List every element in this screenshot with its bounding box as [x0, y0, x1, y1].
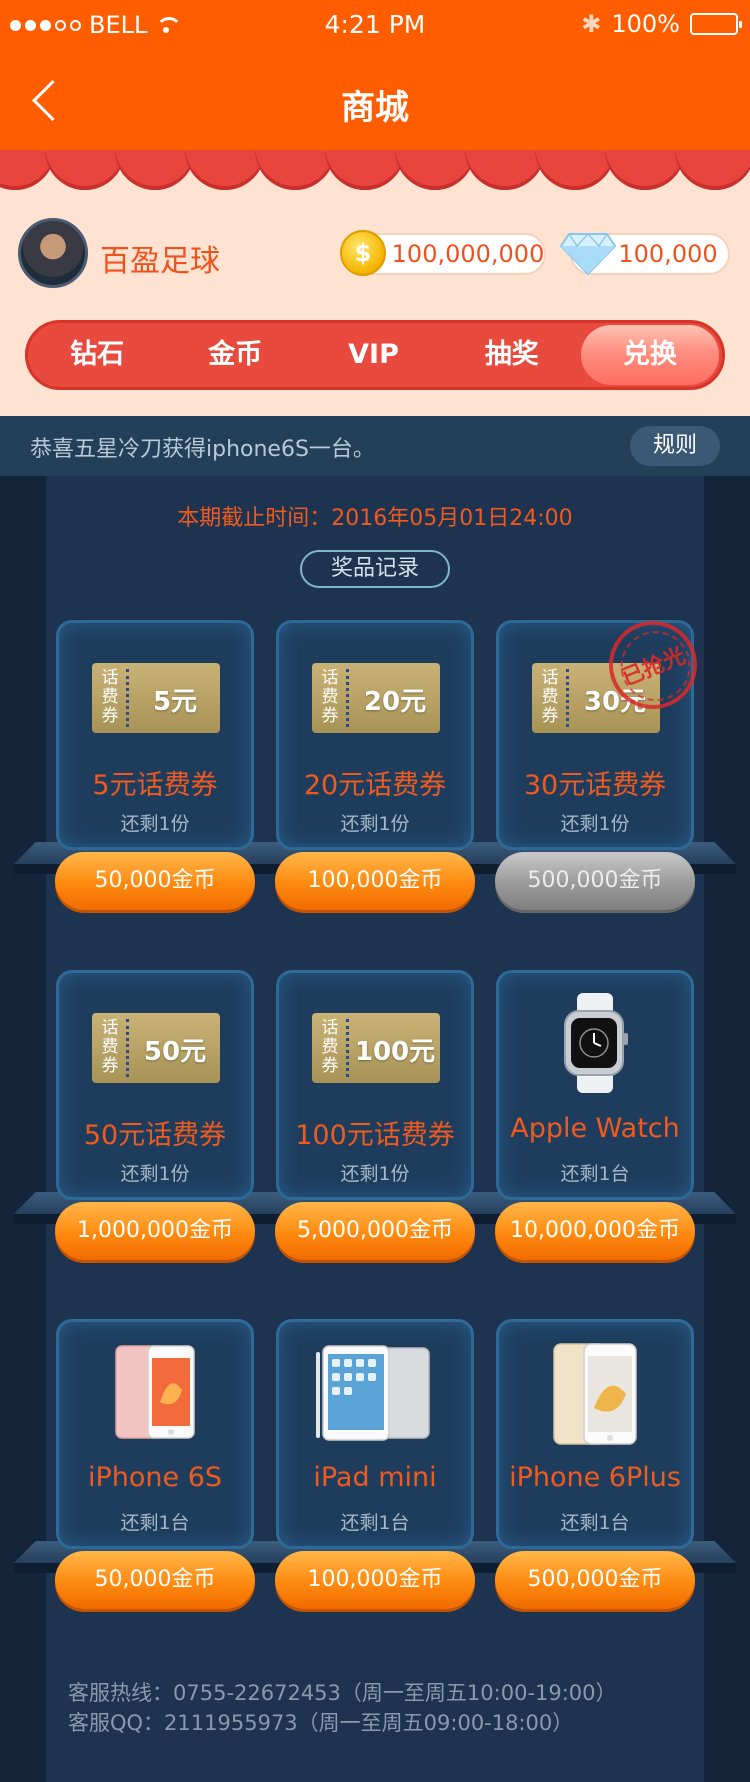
page-title: 商城: [341, 88, 409, 128]
awning-decoration: [0, 150, 750, 192]
tab-lottery[interactable]: 抽奖: [443, 325, 581, 385]
ticket-amount: 5元: [152, 687, 198, 717]
gem-balance-value: 100,000: [618, 240, 718, 268]
product-name: 100元话费券: [295, 1120, 455, 1151]
redeem-button[interactable]: 10,000,000金币: [495, 1202, 695, 1260]
product-card[interactable]: iPhone 6Plus 还剩1台: [496, 1319, 694, 1549]
product-name: 30元话费券: [523, 770, 667, 801]
product-card[interactable]: 话费券 30元 已抢光 30元话费券 还剩1份: [496, 607, 711, 850]
ticket-icon: 话费券 100元: [312, 1013, 440, 1083]
tab-diamonds[interactable]: 钻石: [28, 325, 166, 385]
redeem-button[interactable]: 50,000金币: [55, 852, 255, 910]
service-hotline: 客服热线：0755-22672453（周一至周五10:00-19:00）: [68, 1681, 617, 1705]
deadline-text: 本期截止时间：2016年05月01日24:00: [177, 506, 573, 531]
product-stock: 还剩1台: [340, 1512, 410, 1534]
apple-watch-icon: [564, 993, 628, 1093]
ticket-icon: 话费券 20元: [312, 663, 440, 733]
redeem-button[interactable]: 100,000金币: [275, 1551, 475, 1609]
diamond-icon: [559, 232, 617, 276]
top-bar: BELL 4:21 PM ✱ 100% 商城: [0, 0, 750, 150]
product-stock: 还剩1台: [120, 1512, 190, 1534]
redeem-button-disabled: 500,000金币: [495, 852, 695, 910]
product-card[interactable]: 话费券 5元 5元话费券 还剩1份: [56, 620, 254, 850]
redeem-button[interactable]: 1,000,000金币: [55, 1202, 255, 1260]
product-stock: 还剩1份: [340, 813, 410, 835]
awning-scallop: [465, 150, 545, 190]
awning-scallop: [45, 150, 125, 190]
status-bar: BELL 4:21 PM ✱ 100%: [0, 0, 750, 50]
ticket-amount: 50元: [143, 1037, 207, 1067]
redeem-button[interactable]: 5,000,000金币: [275, 1202, 475, 1260]
redeem-button[interactable]: 100,000金币: [275, 852, 475, 910]
product-card[interactable]: 话费券 50元 50元话费券 还剩1份: [56, 970, 254, 1200]
tab-exchange[interactable]: 兑换: [580, 325, 720, 385]
redeem-button[interactable]: 50,000金币: [55, 1551, 255, 1609]
product-stock: 还剩1台: [560, 1512, 630, 1534]
iphone-6s-icon: [115, 1345, 195, 1439]
rules-button[interactable]: 规则: [630, 426, 720, 466]
announcement-text: 恭喜五星冷刀获得iphone6S一台。: [30, 437, 375, 462]
ticket-amount: 20元: [363, 687, 427, 717]
product-name: iPad mini: [313, 1462, 437, 1493]
ticket-icon: 话费券 50元: [92, 1013, 220, 1083]
tab-vip[interactable]: VIP: [304, 325, 442, 385]
username: 百盈足球: [100, 244, 220, 279]
status-right: ✱ 100%: [581, 10, 742, 38]
product-stock: 还剩1份: [120, 813, 190, 835]
product-name: iPhone 6Plus: [509, 1462, 681, 1493]
service-qq: 客服QQ：2111955973（周一至周五09:00-18:00）: [68, 1711, 574, 1735]
awning-scallop: [185, 150, 265, 190]
product-card[interactable]: Apple Watch 还剩1台: [496, 970, 694, 1200]
ticket-amount: 100元: [354, 1037, 436, 1067]
awning-scallop: [325, 150, 405, 190]
ticket-side-label: 话费券: [101, 1018, 119, 1076]
battery-icon: [690, 13, 742, 35]
product-card[interactable]: iPad mini 还剩1台: [276, 1319, 474, 1549]
ticket-side-label: 话费券: [321, 668, 339, 726]
awning-scallop: [395, 150, 475, 190]
coin-icon: $: [340, 230, 386, 276]
awning-scallop: [535, 150, 615, 190]
customer-service-info: 客服热线：0755-22672453（周一至周五10:00-19:00） 客服Q…: [68, 1678, 617, 1738]
product-name: 50元话费券: [83, 1120, 227, 1151]
nav-bar: 商城: [0, 50, 750, 150]
awning-scallop: [605, 150, 685, 190]
product-card[interactable]: iPhone 6S 还剩1台: [56, 1319, 254, 1549]
product-card[interactable]: 话费券 100元 100元话费券 还剩1份: [276, 970, 474, 1200]
ticket-side-label: 话费券: [541, 668, 559, 726]
prize-record-button[interactable]: 奖品记录: [300, 550, 450, 588]
coin-balance-value: 100,000,000: [391, 240, 545, 268]
product-name: iPhone 6S: [87, 1462, 223, 1493]
product-name: 20元话费券: [303, 770, 447, 801]
battery-percent: 100%: [611, 10, 680, 38]
awning-scallop: [255, 150, 335, 190]
ipad-mini-icon: [316, 1345, 430, 1441]
product-stock: 还剩1台: [560, 1163, 630, 1185]
tab-coins[interactable]: 金币: [166, 325, 304, 385]
product-name: 5元话费券: [92, 770, 218, 801]
awning-scallop: [675, 150, 750, 190]
iphone-6plus-icon: [553, 1343, 637, 1445]
bluetooth-icon: ✱: [581, 10, 602, 38]
product-name: Apple Watch: [510, 1113, 680, 1144]
product-stock: 还剩1份: [120, 1163, 190, 1185]
product-card[interactable]: 话费券 20元 20元话费券 还剩1份: [276, 620, 474, 850]
announcement-bar: 恭喜五星冷刀获得iphone6S一台。 规则: [0, 416, 750, 476]
avatar[interactable]: [18, 218, 88, 288]
awning-scallop: [115, 150, 195, 190]
product-stock: 还剩1份: [340, 1163, 410, 1185]
product-stock: 还剩1份: [560, 813, 630, 835]
ticket-side-label: 话费券: [101, 668, 119, 726]
ticket-side-label: 话费券: [321, 1018, 339, 1076]
category-tabs: 钻石 金币 VIP 抽奖 兑换: [25, 320, 725, 390]
ticket-icon: 话费券 5元: [92, 663, 220, 733]
redeem-button[interactable]: 500,000金币: [495, 1551, 695, 1609]
